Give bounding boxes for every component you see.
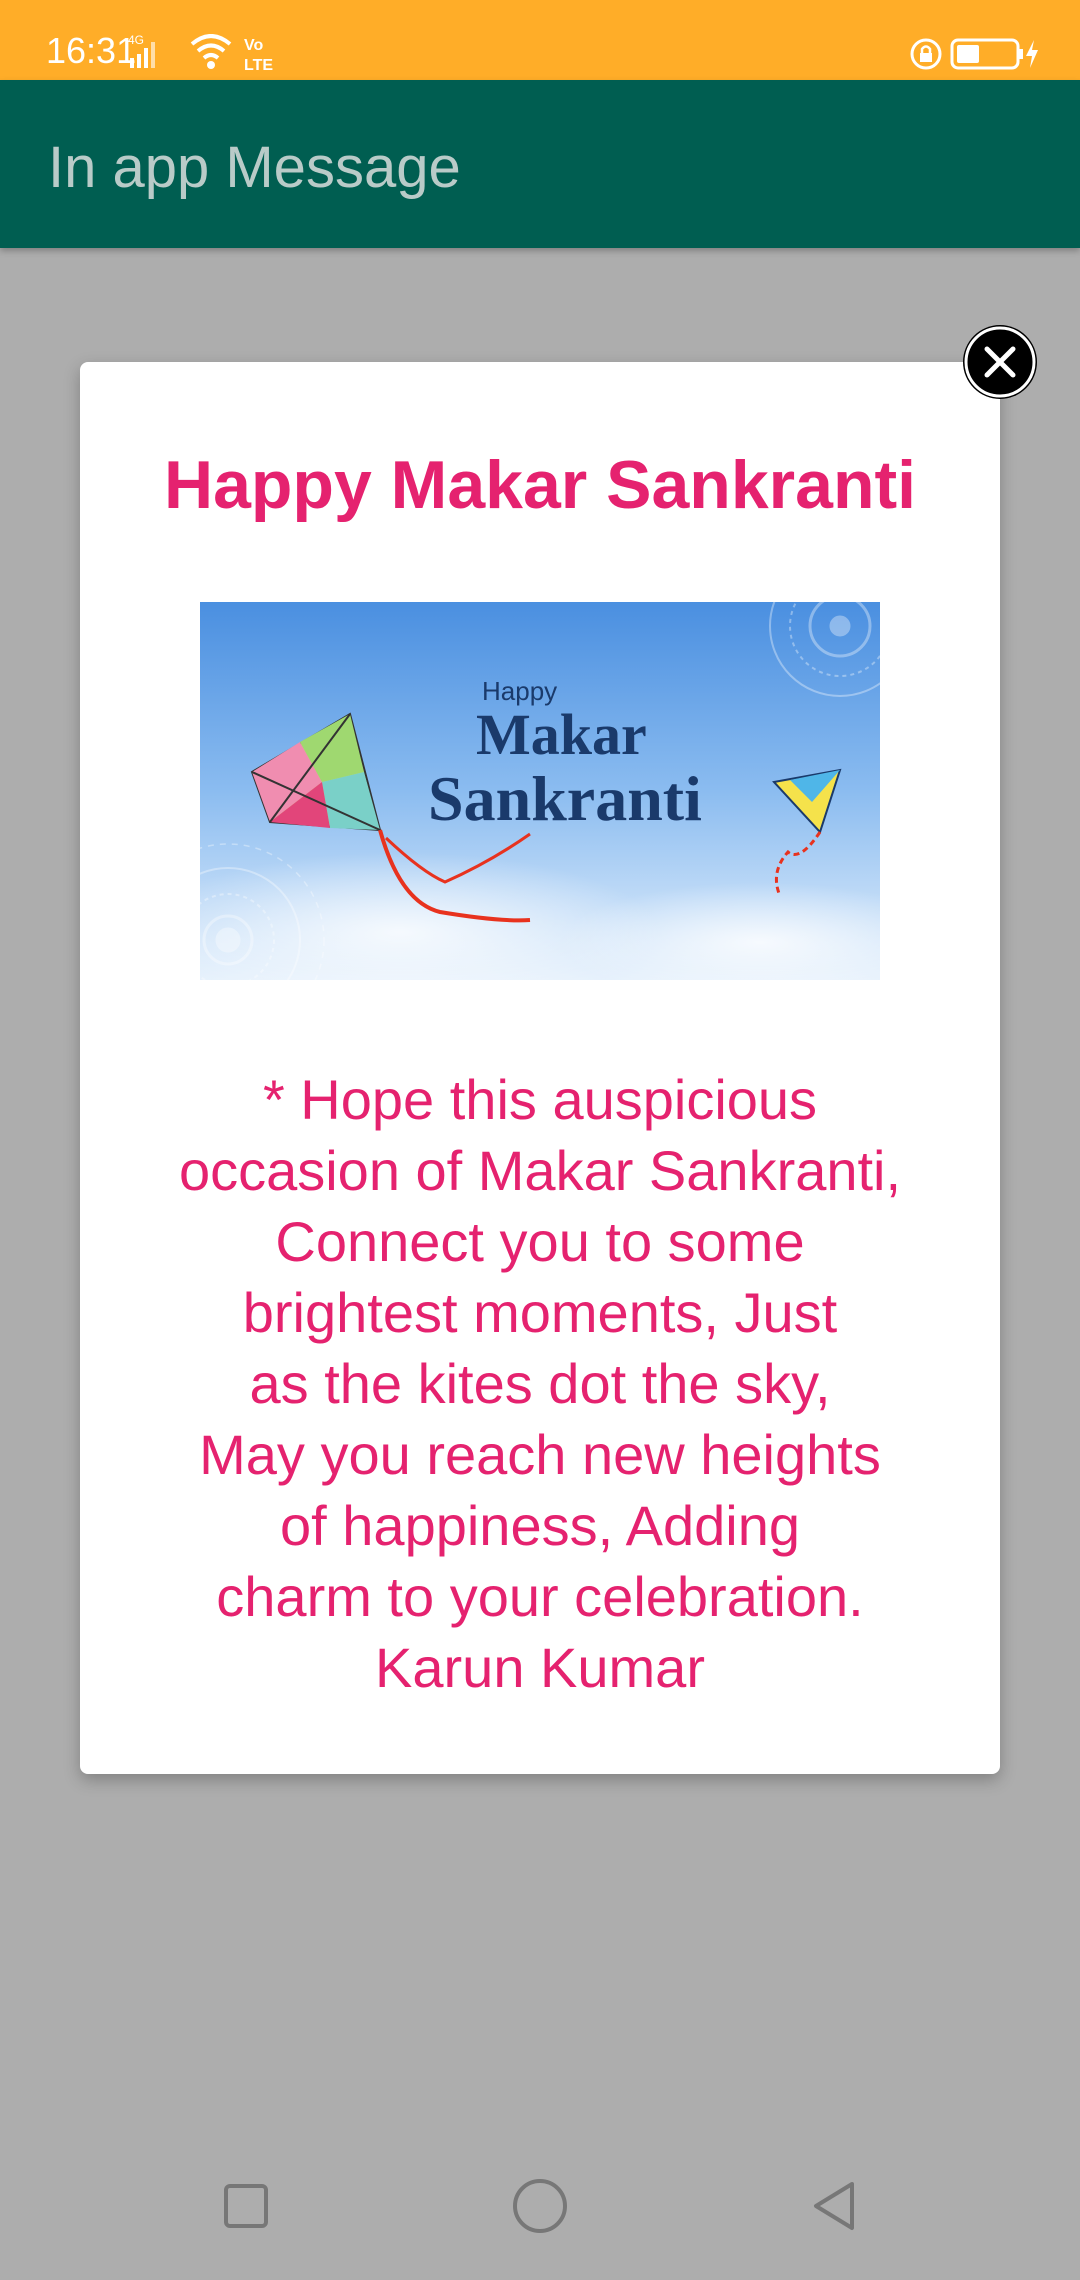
back-button[interactable] xyxy=(804,2176,864,2241)
app-title: In app Message xyxy=(48,135,461,200)
app-bar: In app Message xyxy=(0,80,1080,248)
svg-text:Vo: Vo xyxy=(244,37,263,54)
status-time: 16:31 xyxy=(46,30,137,71)
charging-icon xyxy=(1026,40,1038,68)
navigation-bar xyxy=(0,2150,1080,2280)
recents-button[interactable] xyxy=(216,2176,276,2241)
battery-icon xyxy=(950,38,1023,70)
svg-text:Sankranti: Sankranti xyxy=(428,763,702,834)
banner-image[interactable]: Happy Makar Sankranti xyxy=(200,602,880,980)
in-app-message-dialog: Happy Makar Sankranti Happy Makar Sankra… xyxy=(80,362,1000,1774)
lock-icon xyxy=(910,38,942,70)
close-icon xyxy=(964,326,1036,398)
wifi-icon xyxy=(190,34,232,69)
svg-text:LTE: LTE xyxy=(244,57,273,74)
dialog-title: Happy Makar Sankranti xyxy=(163,447,917,523)
status-left-icons: 4G Vo LTE xyxy=(128,34,273,74)
back-triangle-icon xyxy=(814,2182,854,2230)
home-button[interactable] xyxy=(510,2176,570,2241)
status-right-icons xyxy=(910,38,1038,70)
dialog-message: * Hope this auspicious occasion of Makar… xyxy=(178,1068,902,1699)
home-circle-icon xyxy=(513,2179,567,2233)
volte-icon: Vo LTE xyxy=(244,37,273,74)
status-bar: 16:31 4G Vo LTE xyxy=(0,0,1080,80)
signal-icon: 4G xyxy=(128,34,155,68)
close-button[interactable] xyxy=(963,325,1037,399)
recents-square-icon xyxy=(224,2184,268,2228)
svg-text:Makar: Makar xyxy=(476,702,647,767)
svg-text:4G: 4G xyxy=(128,34,144,47)
